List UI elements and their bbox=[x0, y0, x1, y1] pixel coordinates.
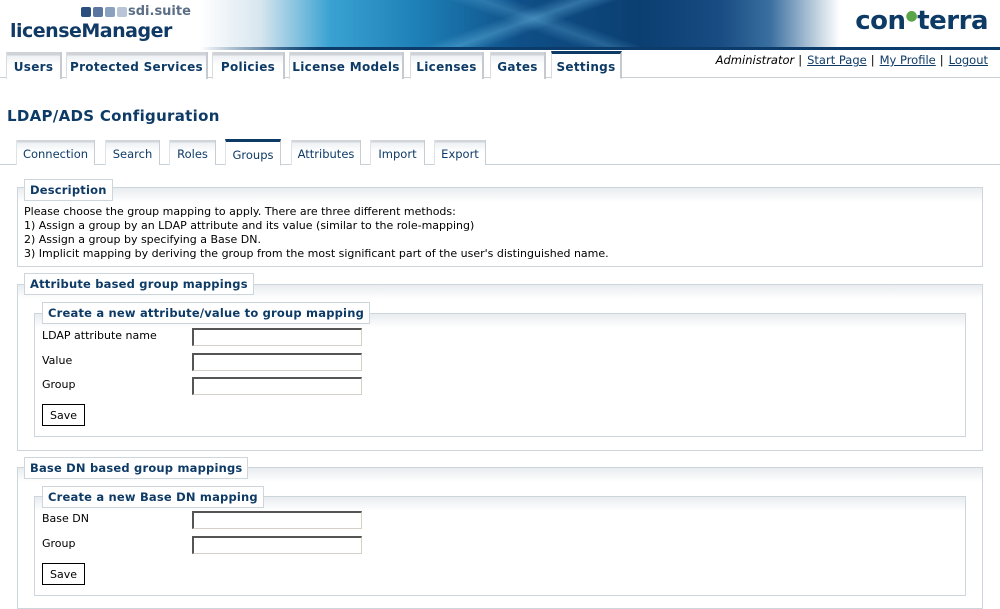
separator: | bbox=[939, 53, 944, 67]
tab-attributes[interactable]: Attributes bbox=[291, 140, 361, 165]
create-attribute-mapping-panel bbox=[34, 313, 966, 437]
tab-roles[interactable]: Roles bbox=[169, 140, 216, 165]
description-line: Please choose the group mapping to apply… bbox=[24, 205, 456, 218]
group-input[interactable] bbox=[192, 377, 362, 395]
value-label: Value bbox=[42, 354, 73, 367]
group-label: Group bbox=[42, 378, 76, 391]
main-tab-policies[interactable]: Policies bbox=[212, 52, 285, 79]
save-attribute-mapping-button[interactable]: Save bbox=[42, 404, 85, 426]
logo-dot bbox=[105, 7, 115, 17]
value-input[interactable] bbox=[192, 353, 362, 371]
my-profile-link[interactable]: My Profile bbox=[880, 53, 936, 67]
main-tab-license-models[interactable]: License Models bbox=[289, 52, 404, 79]
suite-name: sdi.suite bbox=[128, 4, 191, 19]
page-title: LDAP/ADS Configuration bbox=[7, 107, 220, 125]
vendor-logo-dot-icon: ● bbox=[905, 8, 918, 24]
main-tab-gates[interactable]: Gates bbox=[490, 52, 546, 79]
save-basedn-mapping-button[interactable]: Save bbox=[42, 563, 85, 585]
base-dn-input[interactable] bbox=[192, 511, 362, 529]
description-line: 3) Implicit mapping by deriving the grou… bbox=[24, 247, 609, 260]
main-tab-protected-services[interactable]: Protected Services bbox=[66, 52, 208, 79]
app-header: sdi.suite licenseManager con●terra bbox=[0, 0, 1000, 50]
ldap-config-tabs: Connection Search Roles Groups Attribute… bbox=[0, 138, 1000, 166]
vendor-logo-left: con bbox=[855, 6, 906, 36]
logo-dot bbox=[117, 7, 127, 17]
create-attribute-mapping-legend: Create a new attribute/value to group ma… bbox=[42, 302, 371, 324]
create-basedn-mapping-panel bbox=[34, 496, 966, 596]
main-tab-settings[interactable]: Settings bbox=[551, 51, 622, 79]
description-legend: Description bbox=[24, 179, 113, 201]
ldap-attribute-name-input[interactable] bbox=[192, 328, 362, 346]
user-bar: Administrator | Start Page | My Profile | Logo… bbox=[716, 53, 988, 67]
tab-groups[interactable]: Groups bbox=[225, 139, 281, 166]
header-banner-graphic bbox=[280, 0, 820, 50]
description-text: Please choose the group mapping to apply… bbox=[24, 205, 609, 261]
ldap-attribute-name-label: LDAP attribute name bbox=[42, 329, 157, 342]
tab-import[interactable]: Import bbox=[370, 140, 425, 165]
logout-link[interactable]: Logout bbox=[949, 53, 988, 67]
description-line: 2) Assign a group by specifying a Base D… bbox=[24, 233, 261, 246]
basedn-group-label: Group bbox=[42, 537, 76, 550]
user-role: Administrator bbox=[715, 53, 795, 67]
logo-dot bbox=[81, 7, 91, 17]
main-tab-licenses[interactable]: Licenses bbox=[410, 52, 484, 79]
create-basedn-mapping-legend: Create a new Base DN mapping bbox=[42, 486, 264, 508]
attribute-mappings-legend: Attribute based group mappings bbox=[24, 273, 254, 295]
tab-export[interactable]: Export bbox=[434, 140, 486, 165]
tab-connection[interactable]: Connection bbox=[16, 140, 95, 165]
logo-dot bbox=[93, 7, 103, 17]
separator: | bbox=[798, 53, 803, 67]
app-name: licenseManager bbox=[10, 20, 172, 42]
start-page-link[interactable]: Start Page bbox=[807, 53, 867, 67]
description-line: 1) Assign a group by an LDAP attribute a… bbox=[24, 219, 475, 232]
main-tab-users[interactable]: Users bbox=[6, 52, 62, 79]
vendor-logo-right: terra bbox=[917, 6, 988, 36]
vendor-logo: con●terra bbox=[855, 6, 988, 36]
tab-search[interactable]: Search bbox=[105, 140, 160, 165]
sdi-suite-logo-icon bbox=[81, 7, 127, 17]
separator: | bbox=[870, 53, 875, 67]
basedn-mappings-legend: Base DN based group mappings bbox=[24, 457, 249, 479]
basedn-group-input[interactable] bbox=[192, 536, 362, 554]
base-dn-label: Base DN bbox=[42, 512, 89, 525]
